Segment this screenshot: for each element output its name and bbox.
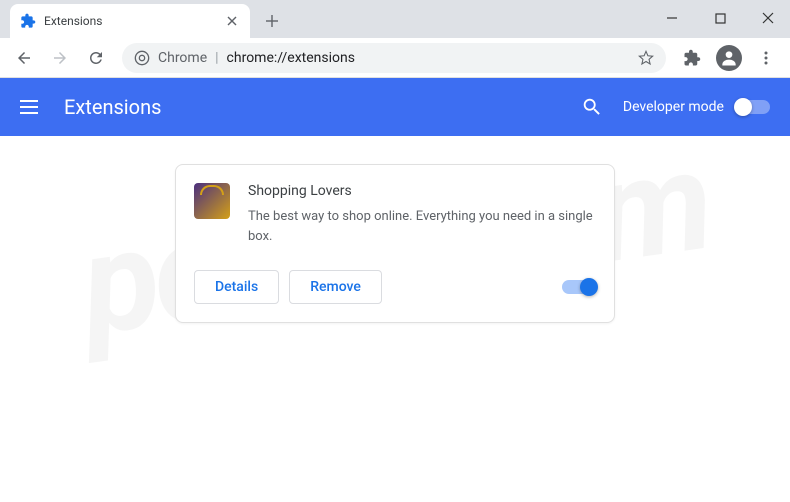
extension-card: Shopping Lovers The best way to shop onl… — [175, 164, 615, 323]
minimize-button[interactable] — [662, 8, 682, 28]
extension-name: Shopping Lovers — [248, 183, 596, 199]
extension-enable-toggle[interactable] — [562, 280, 596, 294]
developer-mode-toggle[interactable] — [736, 100, 770, 114]
developer-mode-label: Developer mode — [623, 99, 724, 115]
page-header: Extensions Developer mode — [0, 78, 790, 136]
extension-icon — [20, 13, 36, 29]
omnibox-url: chrome://extensions — [227, 50, 630, 66]
new-tab-button[interactable] — [258, 7, 286, 35]
extension-description: The best way to shop online. Everything … — [248, 207, 596, 246]
chrome-icon — [134, 50, 150, 66]
page-title: Extensions — [64, 95, 581, 119]
toolbar: Chrome | chrome://extensions — [0, 38, 790, 78]
details-button[interactable]: Details — [194, 270, 279, 304]
omnibox-prefix: Chrome — [158, 50, 207, 66]
bookmark-star-icon[interactable] — [638, 50, 654, 66]
content-area: pcrisk.com Shopping Lovers The best way … — [0, 136, 790, 351]
menu-button[interactable] — [750, 42, 782, 74]
maximize-button[interactable] — [710, 8, 730, 28]
reload-button[interactable] — [80, 42, 112, 74]
remove-button[interactable]: Remove — [289, 270, 382, 304]
omnibox-separator: | — [215, 50, 218, 66]
close-window-button[interactable] — [758, 8, 778, 28]
extensions-toolbar-icon[interactable] — [676, 42, 708, 74]
address-bar[interactable]: Chrome | chrome://extensions — [122, 43, 666, 73]
extension-app-icon — [194, 183, 230, 219]
profile-avatar[interactable] — [716, 45, 742, 71]
forward-button — [44, 42, 76, 74]
tab-title: Extensions — [44, 14, 216, 28]
back-button[interactable] — [8, 42, 40, 74]
hamburger-menu-icon[interactable] — [20, 95, 44, 119]
close-tab-button[interactable] — [224, 13, 240, 29]
browser-tab[interactable]: Extensions — [10, 4, 250, 38]
search-icon[interactable] — [581, 96, 603, 118]
